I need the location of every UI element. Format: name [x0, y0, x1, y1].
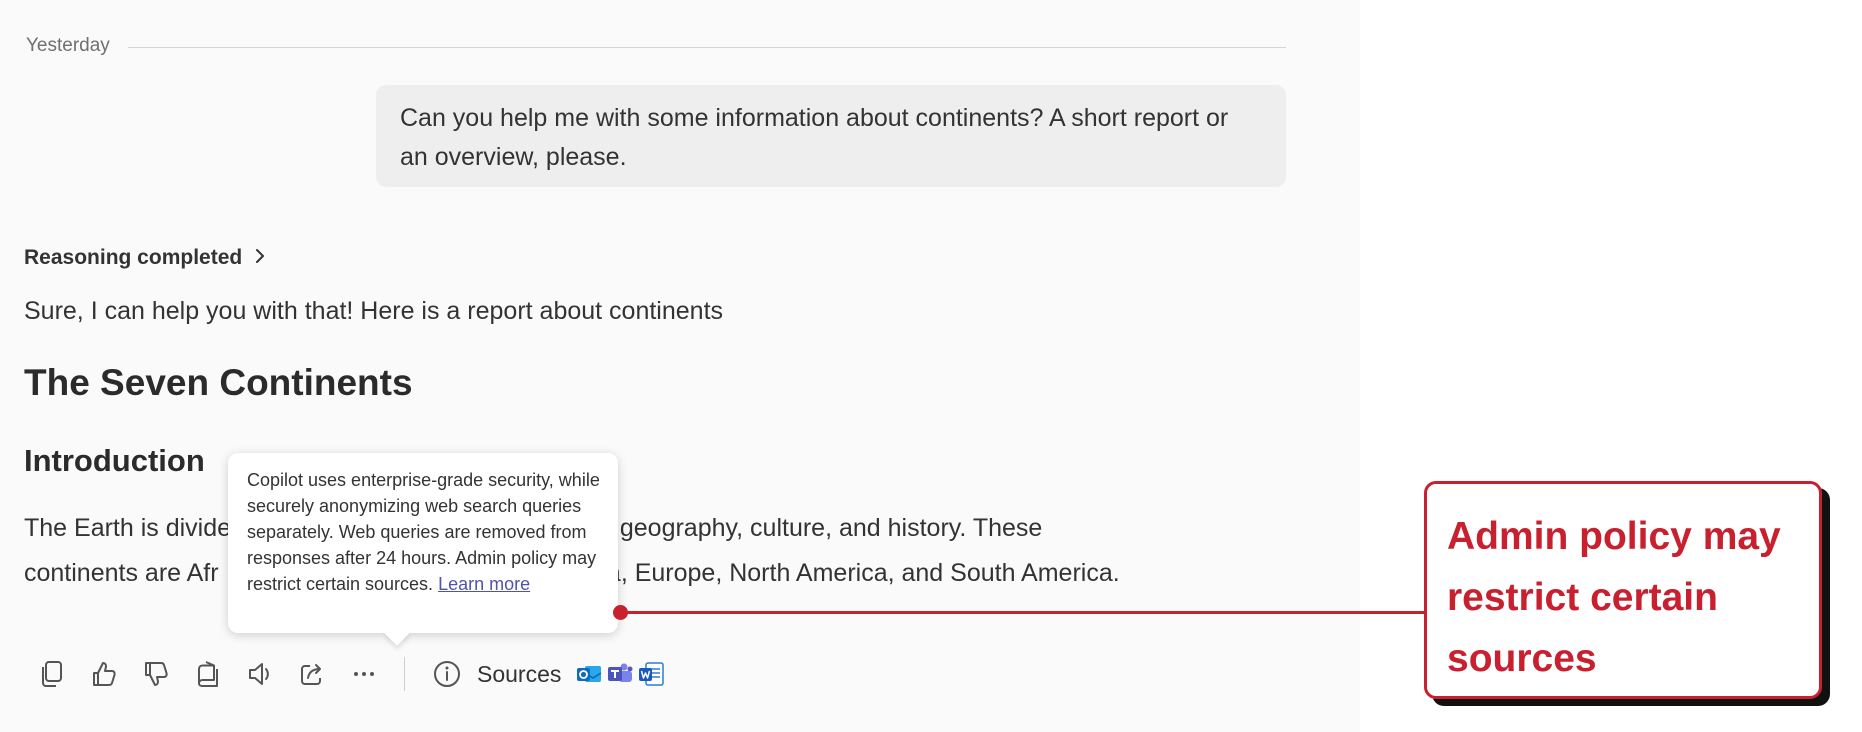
paragraph-line-2-end: ania, Europe, North America, and South A… [573, 559, 1120, 587]
info-button[interactable] [421, 650, 473, 698]
read-aloud-icon [249, 663, 269, 685]
share-icon [301, 664, 321, 685]
date-divider: Yesterday [26, 34, 1286, 58]
copy-button[interactable] [26, 650, 78, 698]
sources-button[interactable]: Sources [477, 661, 561, 688]
callout-connector-dot [613, 605, 628, 620]
thumbs-down-icon [145, 662, 168, 686]
reasoning-label: Reasoning completed [24, 246, 243, 269]
chevron-right-icon [254, 246, 266, 270]
learn-more-link[interactable]: Learn more [438, 574, 530, 594]
paragraph-line-2: continents are Afr ania, Europe, North Am… [24, 551, 1224, 596]
outlook-icon[interactable] [576, 661, 602, 687]
copy-icon [42, 661, 62, 687]
callout-connector-line [619, 611, 1425, 614]
security-info-tooltip: Copilot uses enterprise-grade security, … [228, 453, 618, 646]
pages-button[interactable] [182, 650, 234, 698]
teams-icon[interactable] [607, 661, 633, 687]
thumbs-down-button[interactable] [130, 650, 182, 698]
response-subheading: Introduction [24, 443, 205, 478]
date-divider-label: Yesterday [26, 35, 110, 56]
more-icon [354, 672, 374, 676]
reply-intro: Sure, I can help you with that! Here is … [24, 297, 724, 325]
paragraph-line-1: The Earth is divide n its unique geograph… [24, 506, 1224, 551]
read-aloud-button[interactable] [234, 650, 286, 698]
thumbs-up-icon [93, 662, 116, 686]
user-message-bubble: Can you help me with some information ab… [376, 85, 1286, 187]
annotation-callout: Admin policy may restrict certain source… [1424, 481, 1822, 699]
message-actions-toolbar: Sources [26, 650, 665, 698]
divider-line [127, 46, 1286, 48]
tooltip-text: Copilot uses enterprise-grade security, … [247, 470, 600, 594]
callout-text: Admin policy may restrict certain source… [1447, 515, 1781, 680]
info-icon [434, 661, 460, 687]
share-button[interactable] [286, 650, 338, 698]
toolbar-separator [404, 657, 405, 691]
response-heading: The Seven Continents [24, 362, 413, 403]
word-icon[interactable] [638, 661, 665, 687]
chat-pane: Yesterday Can you help me with some info… [0, 0, 1360, 732]
paragraph-line-2-start: continents are Afr [24, 559, 219, 587]
pages-icon [198, 661, 218, 687]
response-paragraph: The Earth is divide n its unique geograph… [24, 506, 1224, 596]
more-options-button[interactable] [338, 650, 390, 698]
tooltip-arrow [384, 620, 410, 646]
reasoning-toggle[interactable]: Reasoning completed [24, 246, 266, 270]
thumbs-up-button[interactable] [78, 650, 130, 698]
paragraph-line-1-start: The Earth is divide [24, 514, 232, 542]
